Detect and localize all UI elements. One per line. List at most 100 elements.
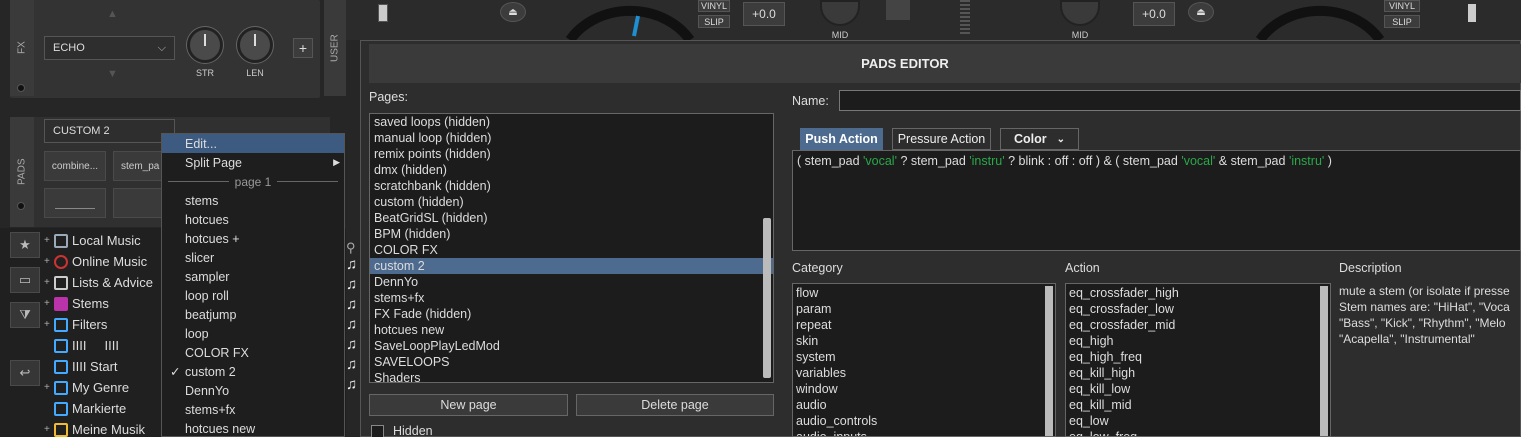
menu-item-split-page[interactable]: Split Page ▶ <box>162 153 344 172</box>
tree-item-0[interactable]: + Local Music <box>44 230 164 251</box>
menu-item[interactable]: sampler <box>162 267 344 286</box>
eject-icon[interactable]: ⏏ <box>500 2 526 22</box>
page-list-item[interactable]: SaveLoopPlayLedMod <box>370 338 773 354</box>
action-list-item[interactable]: eq_crossfader_low <box>1066 301 1330 317</box>
menu-item[interactable]: DennYo <box>162 381 344 400</box>
action-list-item[interactable]: eq_kill_high <box>1066 365 1330 381</box>
fx-up-arrow-icon[interactable]: ▲ <box>107 8 118 20</box>
tree-item-6[interactable]: IIII Start <box>44 356 164 377</box>
back-arrow-icon[interactable]: ↩ <box>10 360 40 386</box>
page-list-item[interactable]: DennYo <box>370 274 773 290</box>
category-scrollbar[interactable] <box>1045 286 1053 436</box>
pages-list[interactable]: saved loops (hidden) manual loop (hidden)… <box>369 113 774 383</box>
pitch-fader-handle-right[interactable] <box>1468 4 1476 22</box>
tree-item-9[interactable]: + Meine Musik <box>44 419 164 437</box>
name-input[interactable] <box>839 90 1521 111</box>
page-list-item[interactable]: manual loop (hidden) <box>370 130 773 146</box>
category-list-item[interactable]: window <box>793 381 1055 397</box>
pitch-fader-handle[interactable] <box>378 4 388 22</box>
filter-add-icon[interactable]: ⧩ <box>10 302 40 328</box>
category-list-item[interactable]: param <box>793 301 1055 317</box>
page-list-item[interactable]: SAVELOOPS <box>370 354 773 370</box>
menu-item[interactable]: hotcues + <box>162 229 344 248</box>
action-list-item[interactable]: eq_kill_low <box>1066 381 1330 397</box>
delete-page-button[interactable]: Delete page <box>576 394 774 416</box>
expand-icon[interactable]: + <box>44 277 54 288</box>
new-page-button[interactable]: New page <box>369 394 568 416</box>
expand-icon[interactable]: + <box>44 235 54 246</box>
category-list-item[interactable]: audio <box>793 397 1055 413</box>
action-list-item[interactable]: eq_high <box>1066 333 1330 349</box>
pages-scrollbar[interactable] <box>763 218 771 378</box>
expand-icon[interactable]: + <box>44 382 54 393</box>
jog-wheel-left[interactable] <box>560 0 700 40</box>
page-list-item[interactable]: FX Fade (hidden) <box>370 306 773 322</box>
action-list-item[interactable]: eq_kill_mid <box>1066 397 1330 413</box>
pitch-value[interactable]: +0.0 <box>743 2 785 26</box>
eject-icon-right[interactable]: ⏏ <box>1188 2 1214 22</box>
page-list-item[interactable]: remix points (hidden) <box>370 146 773 162</box>
action-list[interactable]: eq_crossfader_high eq_crossfader_low eq_cr… <box>1065 283 1331 437</box>
tab-pressure-action[interactable]: Pressure Action <box>892 128 991 150</box>
slip-button[interactable]: SLIP <box>698 15 730 28</box>
page-list-item[interactable]: BeatGridSL (hidden) <box>370 210 773 226</box>
menu-item[interactable]: hotcues <box>162 210 344 229</box>
page-list-item[interactable]: custom 2 <box>370 258 773 274</box>
tree-item-3[interactable]: + Stems <box>44 293 164 314</box>
menu-item[interactable]: stems+fx <box>162 400 344 419</box>
category-list-item[interactable]: flow <box>793 285 1055 301</box>
menu-item-edit[interactable]: Edit... <box>162 134 344 153</box>
fx-down-arrow-icon[interactable]: ▼ <box>107 68 118 80</box>
eq-fader[interactable] <box>886 0 910 20</box>
page-list-item[interactable]: custom (hidden) <box>370 194 773 210</box>
search-icon[interactable]: ⚲ <box>346 240 360 256</box>
category-list-item[interactable]: system <box>793 349 1055 365</box>
tree-item-1[interactable]: + Online Music <box>44 251 164 272</box>
action-list-item[interactable]: eq_crossfader_mid <box>1066 317 1330 333</box>
expand-icon[interactable]: + <box>44 256 54 267</box>
expand-icon[interactable]: + <box>44 298 54 309</box>
favorites-star-icon[interactable]: ★ <box>10 232 40 258</box>
tree-item-4[interactable]: + Filters <box>44 314 164 335</box>
pitch-value-right[interactable]: +0.0 <box>1133 2 1175 26</box>
menu-item[interactable]: COLOR FX <box>162 343 344 362</box>
menu-item[interactable]: ✓ custom 2 <box>162 362 344 381</box>
tree-item-7[interactable]: + My Genre <box>44 377 164 398</box>
action-list-item[interactable]: eq_low <box>1066 413 1330 429</box>
category-list-item[interactable]: audio_inputs <box>793 429 1055 436</box>
pads-page-select[interactable]: CUSTOM 2 <box>44 119 175 143</box>
str-knob[interactable] <box>187 27 223 63</box>
page-list-item[interactable]: saved loops (hidden) <box>370 114 773 130</box>
vinyl-button[interactable]: VINYL <box>698 0 730 12</box>
jog-wheel-right[interactable] <box>1250 0 1390 40</box>
category-list-item[interactable]: variables <box>793 365 1055 381</box>
action-list-item[interactable]: eq_crossfader_high <box>1066 285 1330 301</box>
tree-item-2[interactable]: + Lists & Advice <box>44 272 164 293</box>
tree-item-8[interactable]: Markierte <box>44 398 164 419</box>
tree-item-5[interactable]: IIII IIII <box>44 335 164 356</box>
category-list[interactable]: flow param repeat skin system variables window… <box>792 283 1056 437</box>
category-list-item[interactable]: repeat <box>793 317 1055 333</box>
page-list-item[interactable]: BPM (hidden) <box>370 226 773 242</box>
pad-button-5[interactable] <box>44 188 106 218</box>
category-list-item[interactable]: audio_controls <box>793 413 1055 429</box>
category-list-item[interactable]: skin <box>793 333 1055 349</box>
menu-item[interactable]: beatjump <box>162 305 344 324</box>
add-fx-button[interactable]: + <box>293 38 313 58</box>
pad-button-1[interactable]: combine... <box>44 151 106 181</box>
menu-item[interactable]: slicer <box>162 248 344 267</box>
page-list-item[interactable]: Shaders <box>370 370 773 382</box>
tab-push-action[interactable]: Push Action <box>800 128 883 150</box>
hidden-checkbox[interactable] <box>371 425 384 437</box>
page-list-item[interactable]: hotcues new <box>370 322 773 338</box>
page-list-item[interactable]: COLOR FX <box>370 242 773 258</box>
page-list-item[interactable]: scratchbank (hidden) <box>370 178 773 194</box>
menu-item[interactable]: stems <box>162 191 344 210</box>
menu-item[interactable]: hotcues new <box>162 419 344 437</box>
action-list-item[interactable]: eq_high_freq <box>1066 349 1330 365</box>
action-scrollbar[interactable] <box>1320 286 1328 436</box>
fx-select[interactable]: ECHO ⌵ <box>44 36 175 60</box>
action-script-editor[interactable]: ( stem_pad 'vocal' ? stem_pad 'instru' ?… <box>792 150 1521 251</box>
folder-add-icon[interactable]: ▭ <box>10 267 40 293</box>
expand-icon[interactable]: + <box>44 319 54 330</box>
